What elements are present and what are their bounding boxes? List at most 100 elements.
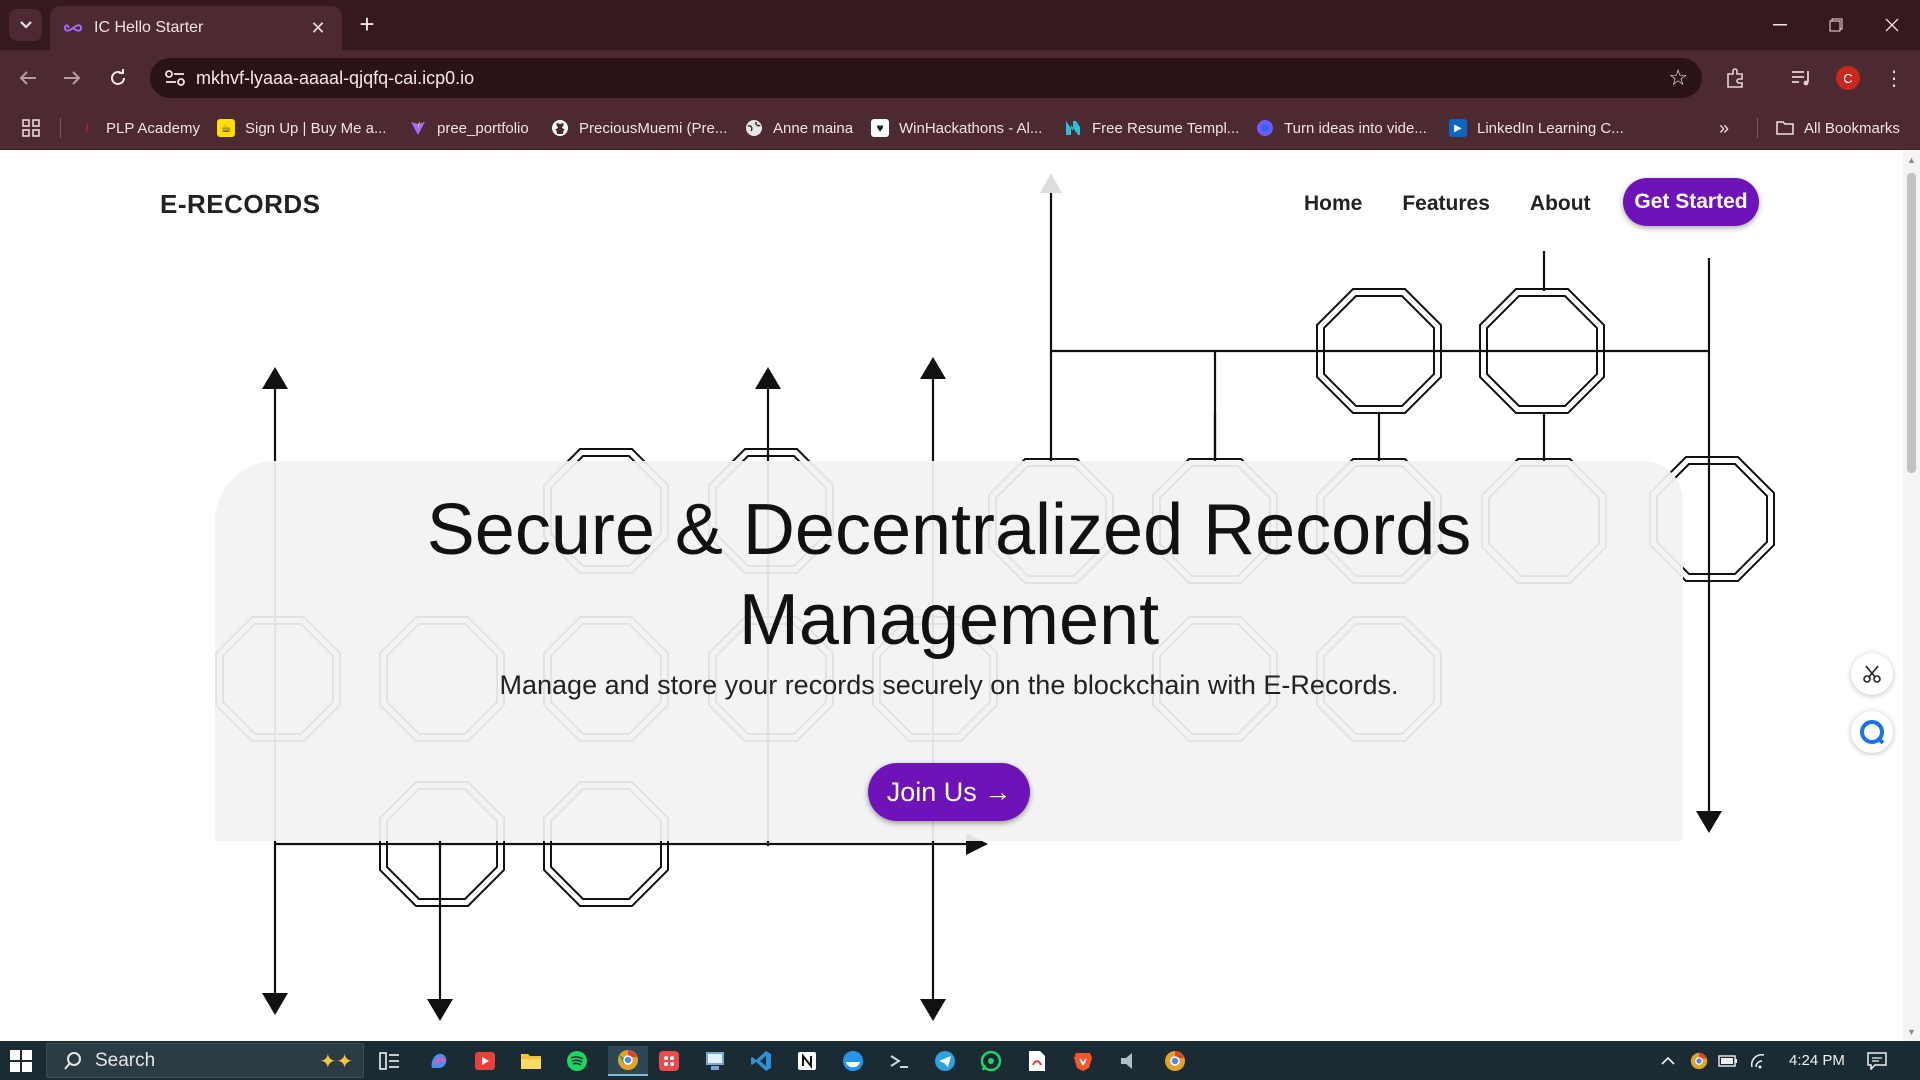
- file-explorer-icon[interactable]: [516, 1046, 546, 1076]
- tray-chrome-icon[interactable]: [1690, 1041, 1708, 1080]
- hero-subtitle: Manage and store your records securely o…: [499, 670, 1399, 700]
- telegram-icon[interactable]: [930, 1046, 960, 1076]
- windows-start-icon[interactable]: [10, 1050, 32, 1072]
- bookmark-label: WinHackathons - Al...: [899, 119, 1043, 137]
- taskbar-search[interactable]: Search ✦✦: [46, 1043, 364, 1078]
- task-view-icon[interactable]: [375, 1046, 405, 1076]
- join-us-button[interactable]: Join Us →: [868, 763, 1030, 821]
- browser-tab[interactable]: IC Hello Starter ✕: [50, 6, 342, 50]
- bookmark-pree-portfolio[interactable]: pree_portfolio: [409, 116, 529, 140]
- vscode-icon[interactable]: [746, 1046, 776, 1076]
- apps-grid-icon[interactable]: [22, 116, 40, 140]
- media-player-icon[interactable]: [470, 1046, 500, 1076]
- chevron-up-icon: [1661, 1056, 1675, 1065]
- notion-icon[interactable]: [792, 1046, 822, 1076]
- main-nav: Home Features About: [1304, 192, 1591, 216]
- screen-clip-tool[interactable]: [1851, 653, 1893, 695]
- bookmark-ai-video[interactable]: Turn ideas into vide...: [1256, 116, 1427, 140]
- scroll-thumb[interactable]: [1907, 173, 1916, 473]
- windows-taskbar: Search ✦✦ 4:24 PM: [0, 1041, 1920, 1080]
- new-tab-button[interactable]: +: [352, 10, 382, 40]
- globe-icon: [745, 119, 763, 137]
- brand-logo[interactable]: E-RECORDS: [160, 189, 321, 220]
- bookmark-label: Sign Up | Buy Me a...: [245, 119, 387, 137]
- arrow-right-icon: [64, 71, 81, 85]
- bookmark-winhackathons[interactable]: ♥ WinHackathons - Al...: [871, 116, 1042, 140]
- scroll-up-arrow[interactable]: ▲: [1906, 155, 1917, 165]
- chrome-profile-icon[interactable]: [1160, 1046, 1190, 1076]
- notifications-icon[interactable]: [1867, 1041, 1887, 1080]
- docker-icon[interactable]: [838, 1046, 868, 1076]
- whatsapp-icon[interactable]: [976, 1046, 1006, 1076]
- wifi-icon[interactable]: [1750, 1041, 1768, 1080]
- nav-features-link[interactable]: Features: [1402, 192, 1490, 216]
- page-scrollbar[interactable]: ▲ ▼: [1903, 151, 1920, 1041]
- bookmark-buy-me-a-coffee[interactable]: ☕ Sign Up | Buy Me a...: [217, 116, 386, 140]
- bookmarks-bar: / PLP Academy ☕ Sign Up | Buy Me a... pr…: [0, 106, 1920, 150]
- tab-search-button[interactable]: [9, 9, 42, 41]
- terminal-icon[interactable]: [884, 1046, 914, 1076]
- menu-kebab-icon[interactable]: ⋮: [1880, 64, 1908, 92]
- puzzle-icon: [1727, 68, 1743, 88]
- github-icon: [551, 119, 569, 137]
- app-grid-icon[interactable]: [654, 1046, 684, 1076]
- volume-mixer-icon[interactable]: [1114, 1046, 1144, 1076]
- bookmark-github[interactable]: PreciousMuemi (Pre...: [551, 116, 727, 140]
- hero-title-line2: Management: [738, 580, 1160, 660]
- folder-icon: [1776, 119, 1794, 137]
- bookmark-linkedin-learning[interactable]: ▶ LinkedIn Learning C...: [1449, 116, 1624, 140]
- show-hidden-icons[interactable]: [1660, 1041, 1676, 1080]
- more-bookmarks-icon[interactable]: »: [1719, 116, 1729, 140]
- minimize-button[interactable]: [1752, 0, 1808, 50]
- get-started-button[interactable]: Get Started: [1623, 178, 1759, 226]
- reload-icon: [111, 69, 125, 85]
- bookmarks-divider: [1757, 118, 1758, 138]
- nav-home-link[interactable]: Home: [1304, 192, 1362, 216]
- spotify-icon[interactable]: [562, 1046, 592, 1076]
- scroll-down-arrow[interactable]: ▼: [1906, 1027, 1917, 1037]
- hero-card: Secure & Decentralized Records Managemen…: [215, 461, 1683, 841]
- chrome-taskbar-icon[interactable]: [608, 1046, 648, 1076]
- search-icon: [64, 1052, 81, 1070]
- bookmark-anne-maina[interactable]: Anne maina: [745, 116, 853, 140]
- hero-title-line1: Secure & Decentralized Records: [426, 490, 1472, 570]
- bookmarks-divider: [60, 118, 61, 138]
- forward-button[interactable]: [56, 62, 88, 94]
- bookmark-star-icon[interactable]: ☆: [1668, 65, 1688, 91]
- tab-strip: IC Hello Starter ✕ +: [0, 0, 1920, 50]
- brave-icon[interactable]: [1068, 1046, 1098, 1076]
- arrow-left-icon: [19, 71, 36, 85]
- media-control-icon[interactable]: [1788, 64, 1816, 92]
- battery-icon[interactable]: [1718, 1041, 1738, 1080]
- assistant-tool[interactable]: [1851, 711, 1893, 753]
- close-tab-icon[interactable]: ✕: [308, 18, 328, 39]
- tab-title: IC Hello Starter: [94, 19, 204, 36]
- nav-about-link[interactable]: About: [1530, 192, 1591, 216]
- back-button[interactable]: [12, 62, 44, 94]
- site-settings-icon: [165, 70, 185, 86]
- clock[interactable]: 4:24 PM: [1789, 1041, 1845, 1080]
- extensions-icon[interactable]: [1722, 64, 1750, 92]
- taskbar-search-placeholder: Search: [95, 1049, 156, 1071]
- bookmark-free-resume[interactable]: Free Resume Templ...: [1064, 116, 1239, 140]
- close-icon: [1885, 18, 1899, 32]
- pdf-reader-icon[interactable]: [1022, 1046, 1052, 1076]
- bookmark-plp-academy[interactable]: / PLP Academy: [78, 116, 200, 140]
- remote-desktop-icon[interactable]: [700, 1046, 730, 1076]
- address-bar[interactable]: mkhvf-lyaaa-aaaal-qjqfq-cai.icp0.io ☆: [150, 58, 1702, 98]
- novoresume-icon: [1064, 119, 1082, 137]
- copilot-icon[interactable]: [424, 1046, 454, 1076]
- infinity-icon: [64, 24, 82, 32]
- vite-icon: [409, 119, 427, 137]
- profile-avatar[interactable]: C: [1836, 66, 1860, 90]
- reload-button[interactable]: [102, 62, 134, 94]
- ai-video-icon: [1256, 119, 1274, 137]
- browser-toolbar: mkhvf-lyaaa-aaaal-qjqfq-cai.icp0.io ☆ ⋮: [0, 50, 1920, 106]
- apps-icon: [22, 119, 40, 137]
- playlist-icon: [1792, 71, 1809, 86]
- close-window-button[interactable]: [1864, 0, 1920, 50]
- restore-button[interactable]: [1808, 0, 1864, 50]
- sparkle-icon: ✦✦: [319, 1051, 353, 1073]
- all-bookmarks-folder[interactable]: All Bookmarks: [1776, 116, 1900, 140]
- plp-icon: /: [85, 121, 89, 135]
